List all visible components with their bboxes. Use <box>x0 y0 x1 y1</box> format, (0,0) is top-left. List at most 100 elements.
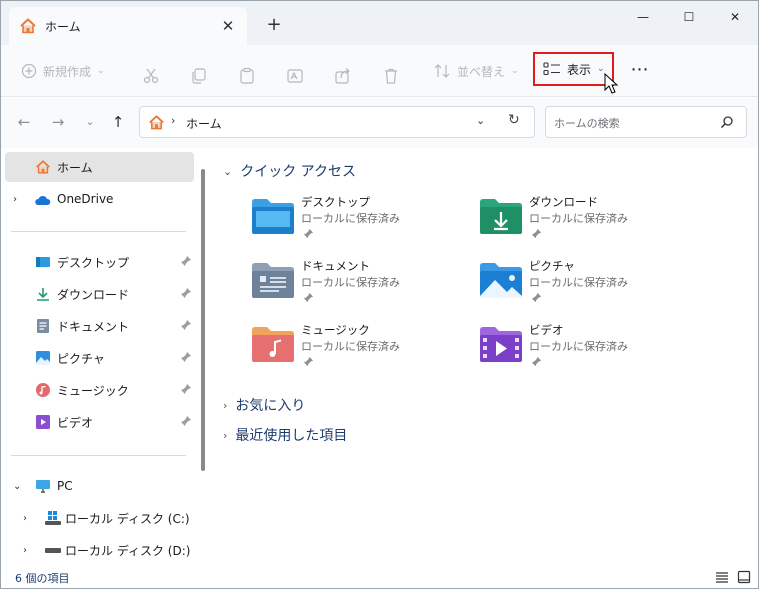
favorites-header[interactable]: › お気に入り <box>223 395 305 415</box>
share-icon[interactable] <box>334 61 352 91</box>
pin-icon[interactable] <box>180 287 192 299</box>
address-history-chevron-icon[interactable]: ⌄ <box>476 114 485 127</box>
sidebar-item-music[interactable]: ミュージック <box>5 375 194 405</box>
search-box[interactable] <box>545 106 747 138</box>
large-icons-view-icon[interactable] <box>737 570 751 584</box>
search-input[interactable] <box>554 114 714 132</box>
quick-access-tile-music[interactable]: ミュージック ローカルに保存済み <box>251 322 471 378</box>
sidebar-item-drive-d[interactable]: › ローカル ディスク (D:) <box>5 535 194 565</box>
paste-icon[interactable] <box>238 61 256 91</box>
sidebar-item-downloads[interactable]: ダウンロード <box>5 279 194 309</box>
sidebar-item-pictures[interactable]: ピクチャ <box>5 343 194 373</box>
home-icon <box>149 115 164 130</box>
sidebar-item-label: ホーム <box>57 160 93 175</box>
minimize-button[interactable]: — <box>620 1 666 33</box>
tile-subtitle: ローカルに保存済み <box>301 340 400 353</box>
sidebar-scrollbar[interactable] <box>201 169 205 471</box>
sidebar-item-label: ダウンロード <box>57 287 130 302</box>
address-bar[interactable]: › ホーム ⌄ ↻ <box>139 106 535 138</box>
sidebar-item-pc[interactable]: ⌄ PC <box>5 471 194 501</box>
sidebar-item-drive-c[interactable]: › ローカル ディスク (C:) <box>5 503 194 533</box>
search-icon[interactable] <box>720 115 734 129</box>
rename-icon[interactable] <box>286 61 304 91</box>
sidebar-item-label: ローカル ディスク (D:) <box>65 543 191 558</box>
sidebar-item-onedrive[interactable]: › OneDrive <box>5 184 194 214</box>
pin-icon <box>303 356 314 367</box>
details-view-icon[interactable] <box>715 570 729 584</box>
favorites-title: お気に入り <box>235 398 306 414</box>
sidebar-item-label: ドキュメント <box>57 319 130 334</box>
download-icon <box>37 288 49 301</box>
tile-name: ビデオ <box>529 323 564 337</box>
tile-name: ドキュメント <box>301 259 370 273</box>
quick-access-tile-downloads[interactable]: ダウンロード ローカルに保存済み <box>479 194 699 250</box>
windows-drive-icon <box>45 511 61 525</box>
chevron-right-icon[interactable]: › <box>13 194 17 205</box>
content-pane: ⌄ クイック アクセス デスクトップ ローカルに保存済み ダウンロード ローカル… <box>211 148 758 566</box>
maximize-button[interactable]: ☐ <box>666 1 712 33</box>
chevron-down-icon[interactable]: ⌄ <box>13 481 21 492</box>
chevron-down-icon: ⌄ <box>223 164 233 178</box>
pin-icon[interactable] <box>180 415 192 427</box>
more-options-button[interactable]: ⋯ <box>627 56 653 84</box>
sort-button[interactable]: 並べ替え ⌄ <box>433 56 519 86</box>
sidebar-divider <box>11 455 186 456</box>
recent-header[interactable]: › 最近使用した項目 <box>223 425 347 445</box>
pin-icon <box>531 356 542 367</box>
new-button[interactable]: 新規作成 ⌄ <box>21 56 105 86</box>
chevron-right-icon[interactable]: › <box>23 545 27 556</box>
sidebar-item-label: ピクチャ <box>57 351 105 366</box>
pin-icon[interactable] <box>180 351 192 363</box>
pin-icon[interactable] <box>180 383 192 395</box>
close-window-button[interactable]: ✕ <box>712 1 758 33</box>
sidebar-item-label: ビデオ <box>57 415 94 430</box>
sidebar-item-label: PC <box>57 479 73 493</box>
sidebar-item-home[interactable]: ホーム <box>5 152 194 182</box>
cut-icon[interactable] <box>142 61 160 91</box>
tile-name: デスクトップ <box>301 195 370 209</box>
music-folder-icon <box>252 327 294 362</box>
chevron-right-icon: › <box>223 428 228 442</box>
pin-icon[interactable] <box>180 319 192 331</box>
sidebar-divider <box>11 231 186 232</box>
pictures-icon <box>36 351 50 365</box>
quick-access-tile-videos[interactable]: ビデオ ローカルに保存済み <box>479 322 699 378</box>
forward-arrow-icon[interactable]: → <box>47 111 69 133</box>
plus-circle-icon <box>21 63 37 79</box>
music-icon <box>36 383 50 397</box>
quick-access-header[interactable]: ⌄ クイック アクセス <box>223 161 356 181</box>
sidebar-item-documents[interactable]: ドキュメント <box>5 311 194 341</box>
recent-locations-chevron-icon[interactable]: ⌄ <box>79 111 101 133</box>
home-icon <box>20 18 36 34</box>
computer-icon <box>36 480 50 493</box>
quick-access-tile-desktop[interactable]: デスクトップ ローカルに保存済み <box>251 194 471 250</box>
quick-access-tile-documents[interactable]: ドキュメント ローカルに保存済み <box>251 258 471 314</box>
breadcrumb-chevron-icon[interactable]: › <box>171 114 175 127</box>
pin-icon[interactable] <box>180 255 192 267</box>
sidebar-item-label: デスクトップ <box>57 255 130 270</box>
new-tab-button[interactable]: + <box>263 14 285 36</box>
tile-subtitle: ローカルに保存済み <box>529 276 628 289</box>
view-button[interactable]: 表示 ⌄ <box>533 52 614 86</box>
file-explorer-window: ホーム ✕ + — ☐ ✕ 新規作成 ⌄ 並べ替え ⌄ 表示 ⌄ ⋯ ← → ⌄… <box>0 0 759 589</box>
back-arrow-icon[interactable]: ← <box>13 111 35 133</box>
close-tab-icon[interactable]: ✕ <box>217 15 239 37</box>
tile-name: ダウンロード <box>529 195 598 209</box>
refresh-icon[interactable]: ↻ <box>508 112 520 128</box>
status-bar: 6 個の項目 <box>1 566 758 588</box>
videos-icon <box>36 415 50 429</box>
delete-icon[interactable] <box>382 61 400 91</box>
sidebar-item-videos[interactable]: ビデオ <box>5 407 194 437</box>
drive-icon <box>45 548 61 553</box>
quick-access-tile-pictures[interactable]: ピクチャ ローカルに保存済み <box>479 258 699 314</box>
sidebar-item-label: ローカル ディスク (C:) <box>65 511 190 526</box>
chevron-right-icon[interactable]: › <box>23 513 27 524</box>
chevron-down-icon: ⌄ <box>97 66 105 76</box>
sidebar-item-desktop[interactable]: デスクトップ <box>5 247 194 277</box>
item-count: 6 個の項目 <box>15 572 70 585</box>
copy-icon[interactable] <box>190 61 208 91</box>
tab-home[interactable]: ホーム ✕ <box>9 7 247 45</box>
pin-icon <box>303 228 314 239</box>
up-arrow-icon[interactable]: ↑ <box>107 111 129 133</box>
breadcrumb-home[interactable]: ホーム <box>186 115 222 132</box>
